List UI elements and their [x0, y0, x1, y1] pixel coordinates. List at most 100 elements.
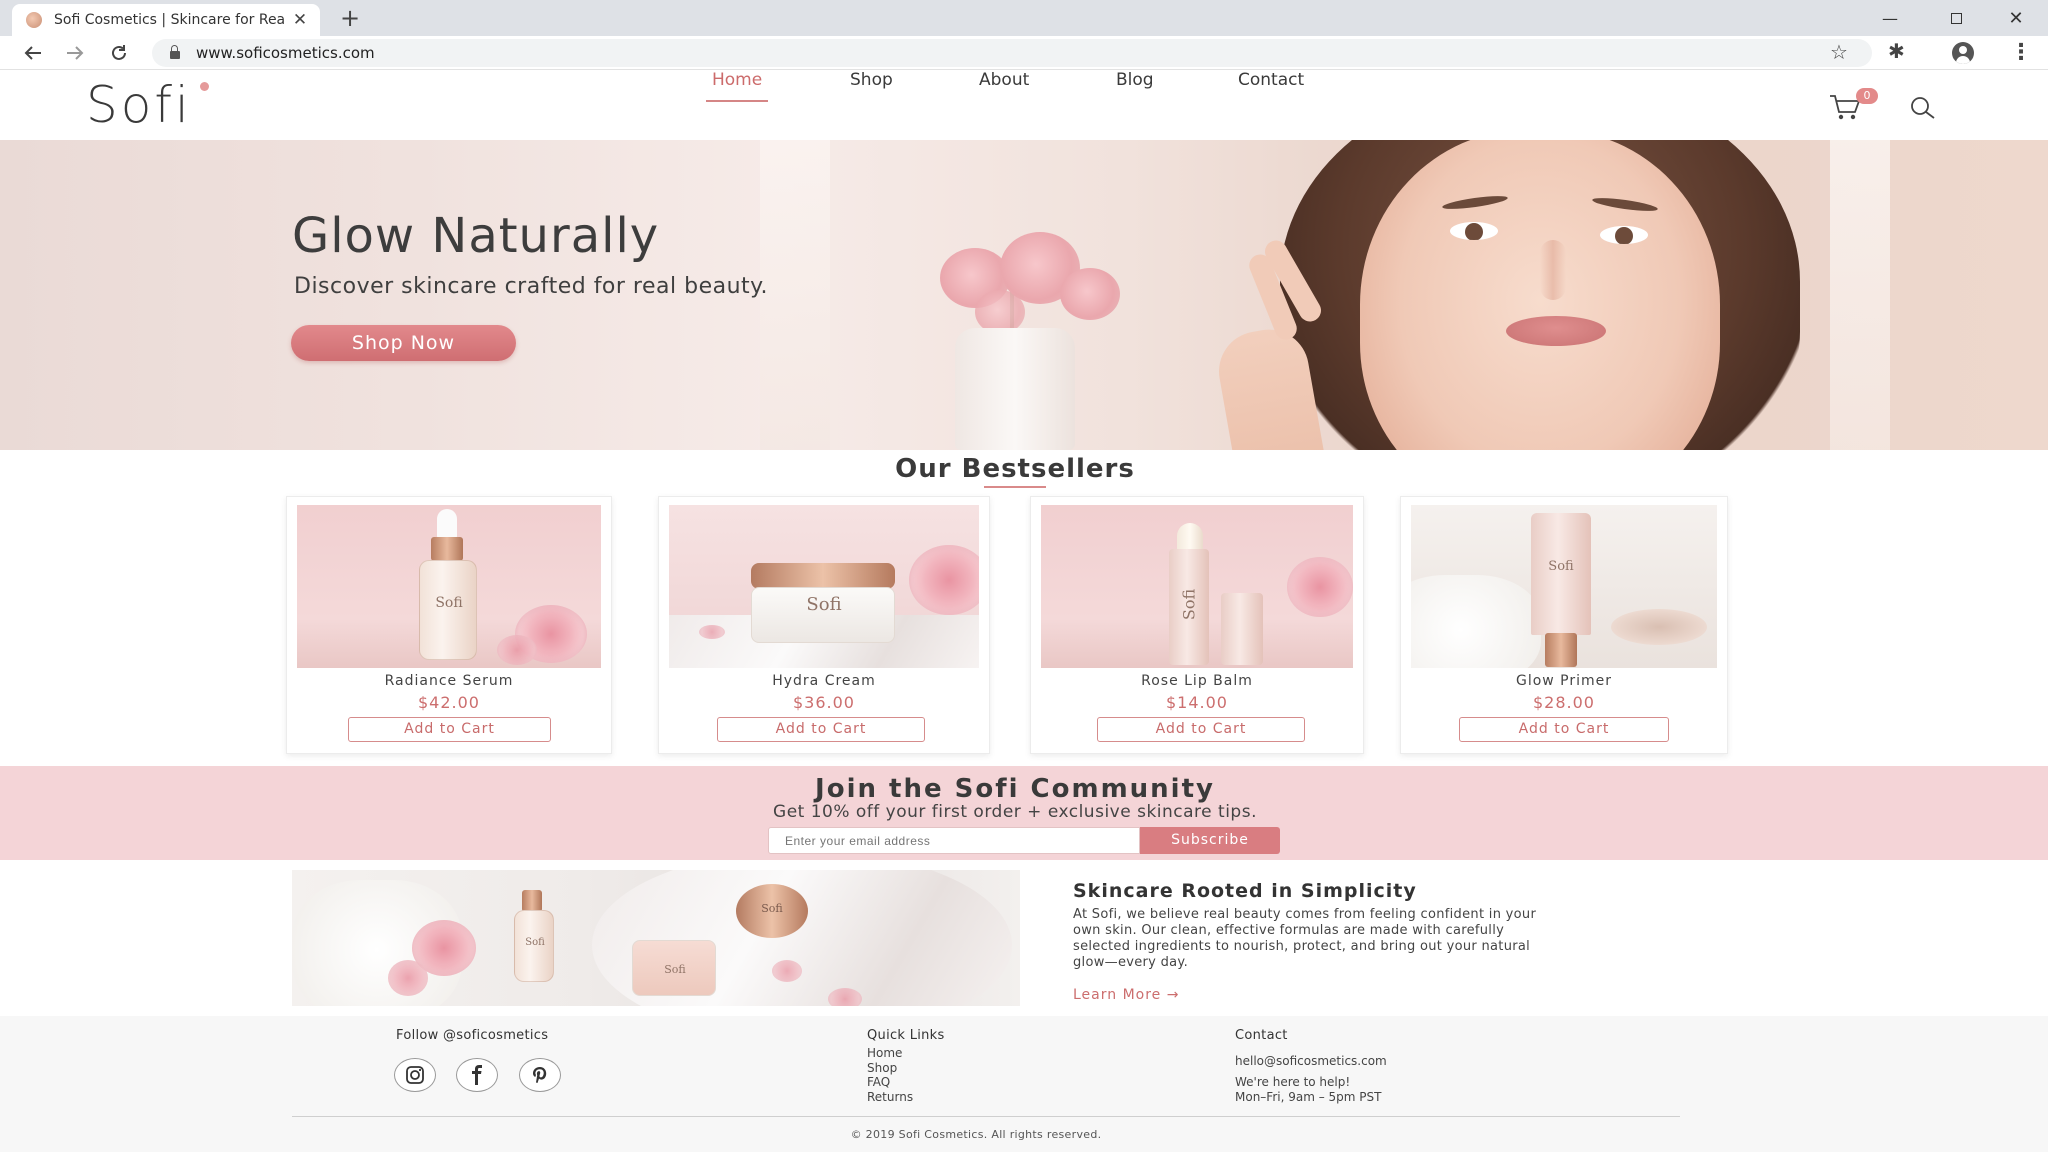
extension-icon[interactable]: ✱	[1888, 39, 1905, 63]
lock-icon	[170, 45, 180, 59]
eye	[1450, 222, 1498, 240]
serum-bottle: Sofi	[419, 560, 477, 660]
product-card-rose-lip-balm[interactable]: Sofi Rose Lip Balm $14.00 Add to Cart	[1030, 496, 1364, 754]
add-to-cart-button[interactable]: Add to Cart	[348, 717, 551, 742]
petal	[828, 988, 862, 1006]
bottle-cap	[522, 890, 542, 912]
browser-toolbar: www.soficosmetics.com ☆ ✱ ⋮	[0, 36, 2048, 70]
rose	[909, 545, 979, 615]
site-header: Sofi Home Shop About Blog Contact 0	[0, 70, 2048, 140]
browser-tab[interactable]: Sofi Cosmetics | Skincare for Real Beaut…	[12, 4, 320, 36]
product-image: Sofi	[669, 505, 979, 668]
nav-shop[interactable]: Shop	[850, 70, 893, 90]
product-price: $14.00	[1166, 693, 1228, 712]
tube-label: Sofi	[1548, 559, 1574, 574]
product-card-hydra-cream[interactable]: Sofi Hydra Cream $36.00 Add to Cart	[658, 496, 990, 754]
product-name: Rose Lip Balm	[1141, 673, 1253, 689]
product-image: Sofi	[1411, 505, 1717, 668]
bottle-cap	[431, 537, 463, 561]
contact-email-link[interactable]: hello@soficosmetics.com	[1235, 1054, 1387, 1068]
restore-icon[interactable]	[1928, 0, 1984, 36]
menu-icon[interactable]: ⋮	[2010, 40, 2032, 65]
follow-heading: Follow @soficosmetics	[396, 1028, 549, 1043]
dish	[1611, 609, 1707, 645]
primer-tube: Sofi	[1531, 513, 1591, 635]
rose	[497, 635, 537, 665]
profile-icon[interactable]	[1952, 42, 1974, 64]
product-name: Glow Primer	[1515, 673, 1613, 689]
product-card-radiance-serum[interactable]: Sofi Radiance Serum $42.00 Add to Cart	[286, 496, 612, 754]
community-title: Join the Sofi Community	[815, 774, 1215, 804]
forward-arrow-icon[interactable]	[60, 38, 90, 68]
nav-about[interactable]: About	[979, 70, 1029, 90]
jar-label: Sofi	[806, 594, 842, 615]
lips	[1506, 316, 1606, 346]
facebook-icon[interactable]	[456, 1058, 498, 1092]
pinterest-icon[interactable]	[519, 1058, 561, 1092]
rose	[1287, 557, 1353, 617]
footer-link-returns[interactable]: Returns	[867, 1090, 913, 1104]
jar-label: Sofi	[664, 963, 686, 976]
nose	[1540, 240, 1566, 300]
contact-hours: Mon–Fri, 9am – 5pm PST	[1235, 1090, 1382, 1104]
community-subtitle: Get 10% off your first order + exclusive…	[773, 802, 1257, 822]
url-text: www.soficosmetics.com	[196, 44, 375, 62]
petal	[772, 960, 802, 982]
shop-now-button[interactable]: Shop Now	[291, 325, 516, 361]
email-input[interactable]	[768, 827, 1140, 854]
product-price: $42.00	[418, 693, 480, 712]
nav-blog[interactable]: Blog	[1116, 70, 1154, 90]
footer-link-shop[interactable]: Shop	[867, 1061, 897, 1075]
star-icon[interactable]: ☆	[1830, 40, 1848, 64]
product-card-glow-primer[interactable]: Sofi Glow Primer $28.00 Add to Cart	[1400, 496, 1728, 754]
add-to-cart-button[interactable]: Add to Cart	[1097, 717, 1305, 742]
footer-link-faq[interactable]: FAQ	[867, 1075, 890, 1089]
subscribe-button[interactable]: Subscribe	[1140, 827, 1280, 854]
tab-close-icon[interactable]: ✕	[290, 10, 310, 30]
window-close-icon[interactable]: ✕	[1988, 0, 2044, 36]
product-name: Radiance Serum	[384, 673, 514, 689]
logo[interactable]: Sofi	[86, 76, 192, 134]
hero-banner: Glow Naturally Discover skincare crafted…	[0, 140, 2048, 450]
back-arrow-icon[interactable]	[18, 38, 48, 68]
browser-tab-bar: Sofi Cosmetics | Skincare for Real Beaut…	[0, 0, 2048, 36]
petal	[699, 625, 725, 639]
search-icon[interactable]	[1908, 94, 1938, 124]
nav-home[interactable]: Home	[705, 70, 769, 102]
title-underline	[984, 486, 1046, 488]
hero-title: Glow Naturally	[292, 208, 660, 264]
product-image: Sofi	[297, 505, 601, 668]
minimize-icon[interactable]: —	[1862, 0, 1918, 36]
reload-icon[interactable]	[104, 38, 134, 68]
bestsellers-title: Our Bestsellers	[895, 454, 1135, 484]
hero-window-light	[760, 140, 830, 450]
flower	[1060, 268, 1120, 320]
add-to-cart-button[interactable]: Add to Cart	[717, 717, 925, 742]
arrow-right-icon: →	[1166, 987, 1180, 1003]
newsletter-band: Join the Sofi Community Get 10% off your…	[0, 766, 2048, 860]
dropper-bulb	[437, 509, 457, 539]
tube-label: Sofi	[1179, 588, 1199, 621]
new-tab-icon[interactable]: +	[336, 4, 364, 32]
learn-more-label: Learn More	[1073, 987, 1162, 1003]
nav-contact[interactable]: Contact	[1238, 70, 1304, 90]
add-to-cart-button[interactable]: Add to Cart	[1459, 717, 1669, 742]
address-bar[interactable]: www.soficosmetics.com	[152, 39, 1872, 67]
bottle-label: Sofi	[435, 595, 463, 611]
product-price: $28.00	[1533, 693, 1595, 712]
footer-link-home[interactable]: Home	[867, 1046, 902, 1060]
face	[1360, 140, 1720, 450]
logo-dot	[200, 82, 209, 91]
instagram-icon[interactable]	[394, 1058, 436, 1092]
tube-cap	[1545, 633, 1577, 667]
quick-links-heading: Quick Links	[867, 1028, 945, 1043]
story-title: Skincare Rooted in Simplicity	[1073, 880, 1417, 902]
eye	[1600, 226, 1648, 244]
contact-help-text: We're here to help!	[1235, 1075, 1351, 1089]
product-name: Hydra Cream	[772, 673, 876, 689]
learn-more-link[interactable]: Learn More →	[1073, 987, 1179, 1003]
product-price: $36.00	[793, 693, 855, 712]
serum-bottle: Sofi	[514, 910, 554, 982]
cream-jar: Sofi	[751, 587, 895, 643]
hero-subtitle: Discover skincare crafted for real beaut…	[294, 274, 769, 299]
